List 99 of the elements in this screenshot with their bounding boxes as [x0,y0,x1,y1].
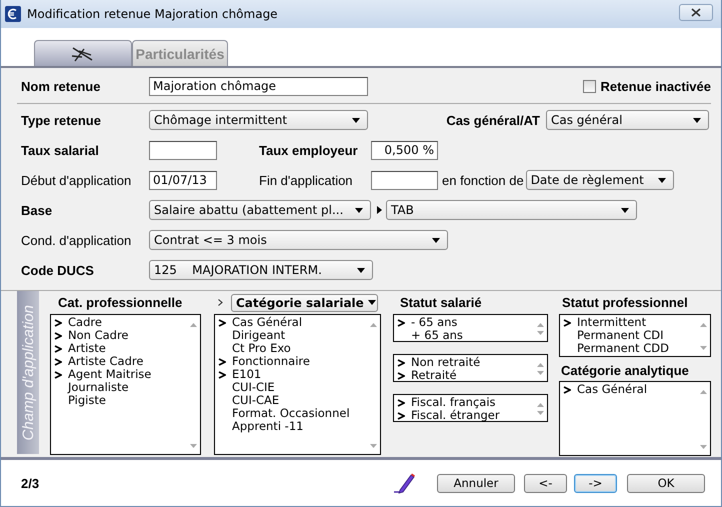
pencil-icon [393,472,415,494]
input-field[interactable]: 01/07/13 [149,170,217,190]
list-box[interactable]: Non retraité Retraité [393,354,548,382]
checkbox[interactable] [583,80,596,92]
tab[interactable] [34,40,132,66]
close-button[interactable] [679,4,713,20]
list-item[interactable]: Artiste Cadre [51,355,187,368]
list-item[interactable]: Cadre [51,316,187,329]
list-item[interactable]: Cas Général [215,316,367,329]
field-label: Type retenue [21,112,102,128]
caret-icon [432,238,440,242]
list-item[interactable]: + 65 ans [394,329,534,342]
field-label: Cond. d'application [21,232,132,248]
list-item[interactable]: Intermittent [560,316,697,329]
list-item[interactable]: Retraité [394,369,534,382]
list-box[interactable]: Fiscal. français Fiscal. étranger [393,394,548,422]
list-item[interactable]: Cas Général [560,383,697,396]
scroll-down-icon [537,331,544,335]
button[interactable]: Annuler [437,474,515,492]
scroll-up-icon [537,323,544,327]
column-heading: Catégorie analytique [560,362,690,380]
column-heading: Statut salarié [399,294,483,312]
field-label: Nom retenue [21,78,102,94]
scroll-down-icon [190,444,197,448]
list-box[interactable]: Cadre Non Cadre Artiste Artiste Cadre Agent Maitrise Journaliste Pigiste [50,314,201,455]
chevron-icon [218,299,223,306]
caret-icon [621,208,629,212]
list-item[interactable]: Ct Pro Exo [215,342,367,355]
field-label: en fonction de [442,172,524,188]
list-item[interactable]: CUI-CIE [215,381,367,394]
list-item[interactable]: Pigiste [51,394,187,407]
scroll-down-icon [700,346,707,350]
list-item[interactable]: - 65 ans [394,316,534,329]
scroll-down-icon [700,445,707,449]
field-label: Début d'application [21,172,132,188]
dropdown[interactable]: Catégorie salariale [231,294,378,312]
list-item[interactable]: Format. Occasionnel [215,407,367,420]
list-box[interactable]: Cas Général Dirigeant Ct Pro Exo Fonctionnaire E101 CUI-CIE CUI-CAE Format. Occasionnel Apprenti -11 [214,314,381,455]
input-field[interactable] [371,170,438,190]
field-label: Cas général/AT [446,112,540,128]
scroll-down-icon [537,371,544,375]
list-box[interactable]: Cas Général [559,381,711,456]
dropdown[interactable]: Chômage intermittent [149,110,368,130]
caret-icon [693,118,701,122]
field-label: Code DUCS [21,262,95,278]
field-label: Base [21,202,54,218]
caret-icon [352,118,360,122]
list-item[interactable]: Agent Maitrise [51,368,187,381]
button[interactable]: OK [627,474,705,492]
scroll-down-icon [370,444,377,448]
list-box[interactable]: - 65 ans + 65 ans [393,314,548,342]
caret-icon [355,208,363,212]
button[interactable]: <- [524,474,567,492]
field-label: Fin d'application [259,172,354,188]
scroll-down-icon [537,411,544,415]
list-box[interactable]: Intermittent Permanent CDI Permanent CDD [559,314,711,357]
list-item[interactable]: Journaliste [51,381,187,394]
list-item[interactable]: Non retraité [394,356,534,369]
column-heading: Statut professionnel [561,294,689,312]
scroll-up-icon [537,363,544,367]
field-label: Taux employeur [259,142,359,158]
caret-icon [658,178,666,182]
input-field[interactable]: Majoration chômage [149,76,368,96]
list-item[interactable]: Permanent CDD [560,342,697,355]
list-item[interactable]: Fonctionnaire [215,355,367,368]
scroll-up-icon [700,323,707,327]
page-counter: 2/3 [21,476,40,490]
list-item[interactable]: Fiscal. français [394,396,534,409]
list-item[interactable]: Dirigeant [215,329,367,342]
list-item[interactable]: E101 [215,368,367,381]
input-field[interactable]: 0,500 % [371,140,438,160]
dropdown[interactable]: Salaire abattu (abattement pl... [149,200,371,220]
app-icon [5,6,21,22]
input-field[interactable] [149,140,217,160]
list-item[interactable]: CUI-CAE [215,394,367,407]
scroll-up-icon [700,390,707,394]
list-item[interactable]: Artiste [51,342,187,355]
scroll-up-icon [537,403,544,407]
field-label: Retenue inactivée [600,78,711,94]
window-title: Modification retenue Majoration chômage [27,7,279,21]
scroll-up-icon [190,323,197,327]
list-item[interactable]: Apprenti -11 [215,420,367,433]
dropdown[interactable]: Date de règlement [526,170,674,190]
caret-icon [357,268,365,272]
list-item[interactable]: Permanent CDI [560,329,697,342]
dropdown[interactable]: Cas général [546,110,709,130]
dropdown[interactable]: Contrat <= 3 mois [149,230,448,250]
column-heading: Cat. professionnelle [57,294,184,312]
close-icon [691,8,701,16]
button[interactable]: -> [574,474,617,492]
list-item[interactable]: Fiscal. étranger [394,409,534,422]
arrow-icon [377,206,382,214]
field-label: Taux salarial [21,142,100,158]
list-item[interactable]: Non Cadre [51,329,187,342]
dropdown[interactable]: TAB [386,200,637,220]
scroll-up-icon [370,323,377,327]
dropdown[interactable]: 125 MAJORATION INTERM. [149,260,373,280]
caret-icon [368,300,376,305]
panel-title: Champ d'application [20,304,36,440]
